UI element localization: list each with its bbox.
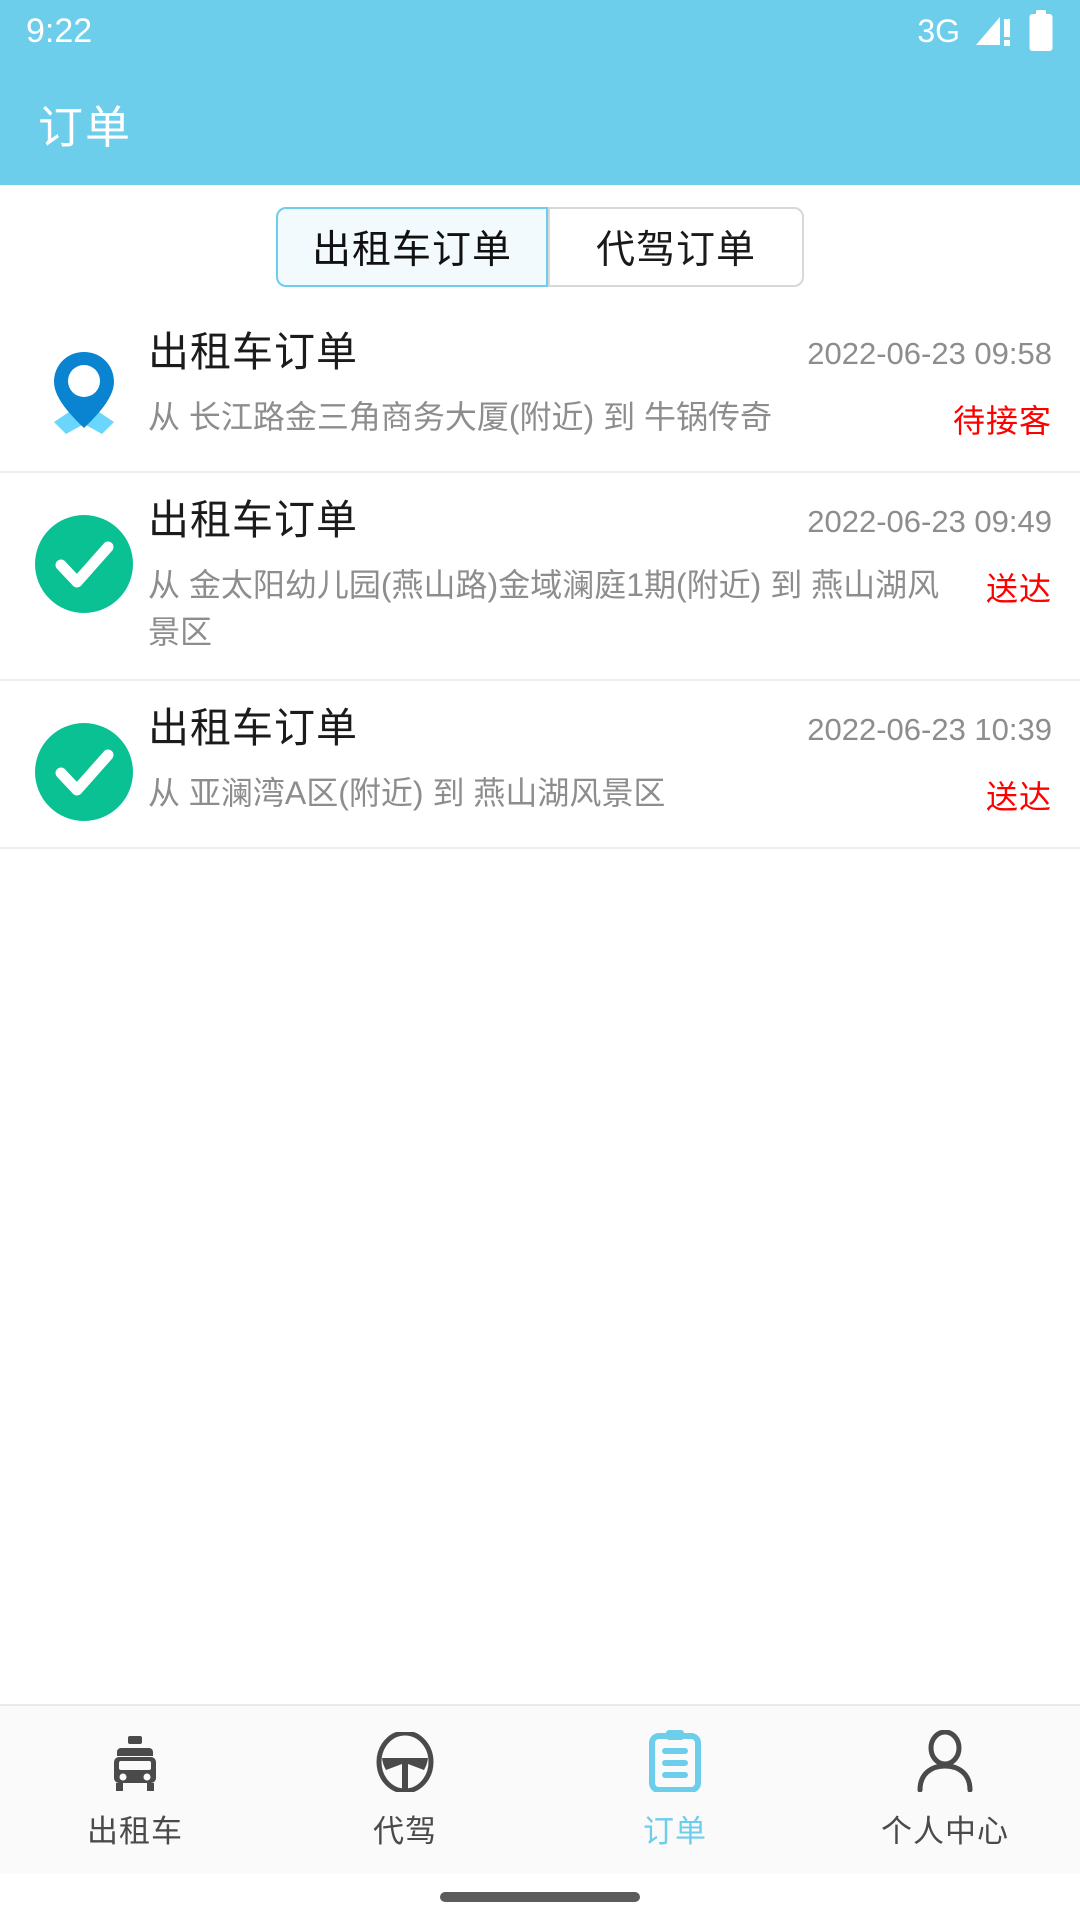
tab-taxi-orders[interactable]: 出租车订单 [275, 207, 548, 287]
order-icon-slot [28, 703, 140, 823]
network-type-label: 3G [917, 12, 960, 49]
app-screen: 9:22 3G 订单 出租车订单 代驾订单 出租车订单 2022-06-23 0… [0, 0, 1080, 1920]
status-bar: 9:22 3G [0, 0, 1080, 62]
order-timestamp: 2022-06-23 10:39 [807, 712, 1052, 748]
status-badge: 待接客 [952, 403, 1052, 440]
table-row[interactable]: 出租车订单 2022-06-23 10:39 从 亚澜湾A区(附近) 到 燕山湖… [0, 681, 1080, 850]
bottom-navigation: 出租车 代驾 订单 个人中心 [0, 1704, 1080, 1874]
home-indicator-area [0, 1874, 1080, 1920]
taxi-icon [105, 1730, 165, 1792]
order-list: 出租车订单 2022-06-23 09:58 从 长江路金三角商务大厦(附近) … [0, 305, 1080, 1277]
app-bar: 订单 [0, 62, 1080, 185]
list-empty-area [0, 1276, 1080, 1704]
order-content: 出租车订单 2022-06-23 09:58 从 长江路金三角商务大厦(附近) … [140, 327, 1052, 442]
person-icon [916, 1729, 974, 1792]
order-header-row: 出租车订单 2022-06-23 09:49 [148, 495, 1052, 546]
status-bar-indicators: 3G [917, 10, 1054, 52]
order-header-row: 出租车订单 2022-06-23 10:39 [148, 703, 1052, 754]
tab-taxi-orders-label: 出租车订单 [311, 229, 512, 272]
status-badge: 送达 [985, 779, 1052, 816]
order-detail-row: 从 亚澜湾A区(附近) 到 燕山湖风景区 送达 [148, 770, 1052, 818]
order-title: 出租车订单 [148, 329, 358, 375]
order-type-tabs: 出租车订单 代驾订单 [275, 207, 804, 287]
order-detail-row: 从 金太阳幼儿园(燕山路)金域澜庭1期(附近) 到 燕山湖风景区 送达 [148, 562, 1052, 655]
check-circle-icon [35, 723, 133, 822]
nav-item-designated-driver[interactable]: 代驾 [270, 1706, 540, 1874]
tab-designated-driver-orders[interactable]: 代驾订单 [548, 207, 804, 287]
order-title: 出租车订单 [148, 497, 358, 543]
order-timestamp: 2022-06-23 09:49 [807, 504, 1052, 539]
nav-item-orders[interactable]: 订单 [540, 1706, 810, 1874]
status-badge: 送达 [985, 571, 1052, 608]
order-icon-slot [28, 495, 140, 615]
nav-item-orders-label: 订单 [643, 1813, 707, 1849]
nav-item-taxi-label: 出租车 [87, 1813, 183, 1849]
order-icon-slot [28, 327, 140, 447]
battery-full-icon [1029, 10, 1053, 51]
order-content: 出租车订单 2022-06-23 10:39 从 亚澜湾A区(附近) 到 燕山湖… [140, 703, 1052, 818]
nav-item-profile-label: 个人中心 [881, 1813, 1009, 1849]
order-route: 从 金太阳幼儿园(燕山路)金域澜庭1期(附近) 到 燕山湖风景区 [148, 567, 940, 650]
table-row[interactable]: 出租车订单 2022-06-23 09:49 从 金太阳幼儿园(燕山路)金域澜庭… [0, 473, 1080, 682]
order-content: 出租车订单 2022-06-23 09:49 从 金太阳幼儿园(燕山路)金域澜庭… [140, 495, 1052, 655]
check-circle-icon [35, 515, 133, 613]
page-title: 订单 [38, 102, 133, 153]
clipboard-icon [648, 1729, 702, 1792]
nav-item-taxi[interactable]: 出租车 [0, 1706, 270, 1874]
order-header-row: 出租车订单 2022-06-23 09:58 [148, 327, 1052, 378]
order-detail-row: 从 长江路金三角商务大厦(附近) 到 牛锅传奇 待接客 [148, 394, 1052, 442]
location-pin-icon [54, 352, 114, 434]
nav-item-profile[interactable]: 个人中心 [810, 1706, 1080, 1874]
order-title: 出租车订单 [148, 705, 358, 752]
tab-bar-container: 出租车订单 代驾订单 [0, 185, 1080, 305]
order-timestamp: 2022-06-23 09:58 [807, 336, 1052, 371]
home-indicator[interactable] [440, 1892, 640, 1902]
order-route: 从 长江路金三角商务大厦(附近) 到 牛锅传奇 [148, 399, 772, 436]
nav-item-designated-driver-label: 代驾 [373, 1813, 437, 1849]
tab-designated-driver-orders-label: 代驾订单 [595, 229, 756, 272]
table-row[interactable]: 出租车订单 2022-06-23 09:58 从 长江路金三角商务大厦(附近) … [0, 305, 1080, 473]
steering-wheel-icon [376, 1730, 434, 1792]
signal-warning-icon [976, 17, 1010, 46]
status-bar-time: 9:22 [26, 11, 93, 50]
order-route: 从 亚澜湾A区(附近) 到 燕山湖风景区 [148, 775, 666, 812]
